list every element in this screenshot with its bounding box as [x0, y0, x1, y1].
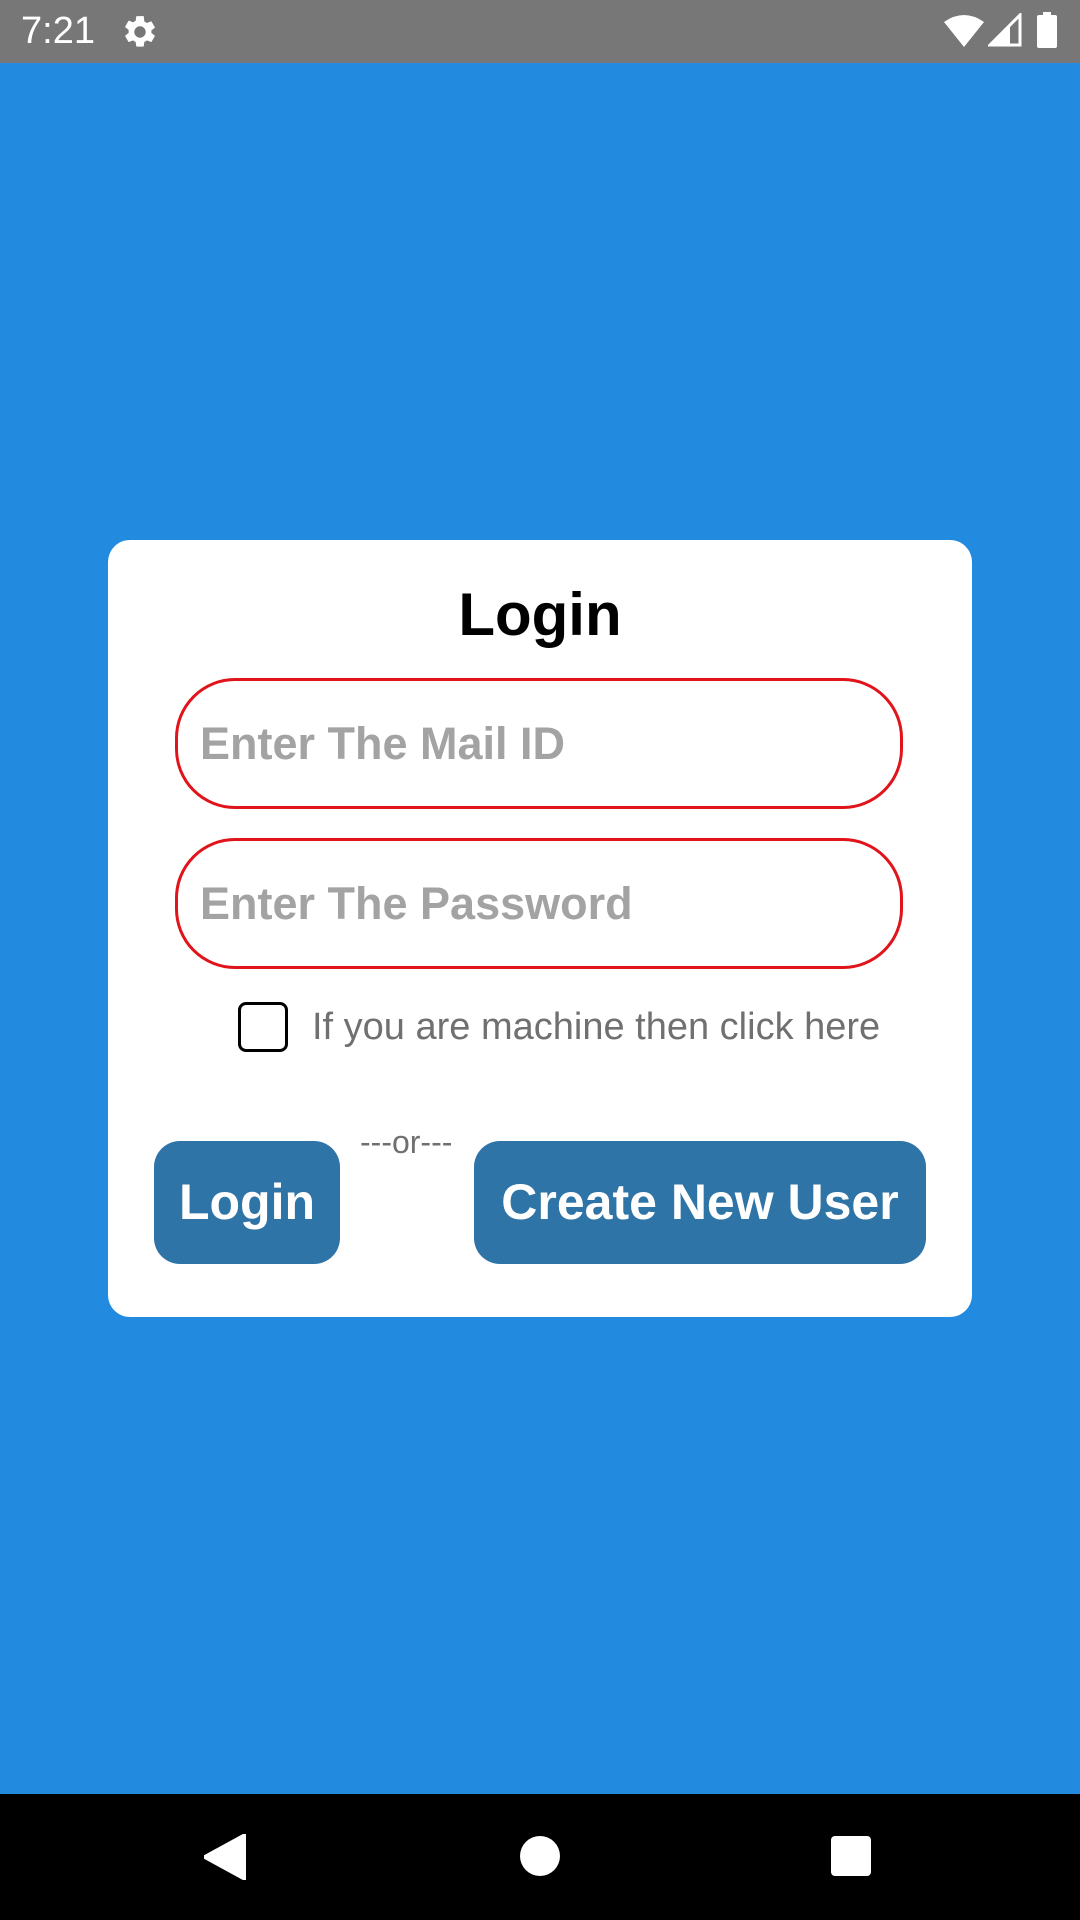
signal-icon: [988, 13, 1022, 47]
email-input[interactable]: [200, 681, 880, 806]
or-separator: ---or---: [360, 1124, 453, 1160]
back-icon[interactable]: [204, 1834, 246, 1880]
password-field[interactable]: [175, 838, 903, 969]
wifi-icon: [944, 15, 984, 47]
machine-checkbox[interactable]: [238, 1002, 288, 1052]
machine-checkbox-label[interactable]: If you are machine then click here: [312, 1004, 880, 1050]
gear-icon: [125, 16, 155, 47]
login-title: Login: [458, 581, 622, 648]
email-field[interactable]: [175, 678, 903, 809]
login-button[interactable]: Login: [154, 1141, 340, 1264]
navigation-bar: [0, 1794, 1080, 1920]
battery-icon: [1037, 12, 1057, 48]
password-input[interactable]: [200, 841, 880, 966]
status-time: 7:21: [21, 10, 95, 52]
home-icon[interactable]: [520, 1836, 560, 1876]
status-bar: 7:21: [0, 0, 1080, 63]
create-new-user-button[interactable]: Create New User: [474, 1141, 926, 1264]
login-card: Login If you are machine then click here…: [108, 540, 972, 1317]
recents-icon[interactable]: [831, 1836, 871, 1876]
